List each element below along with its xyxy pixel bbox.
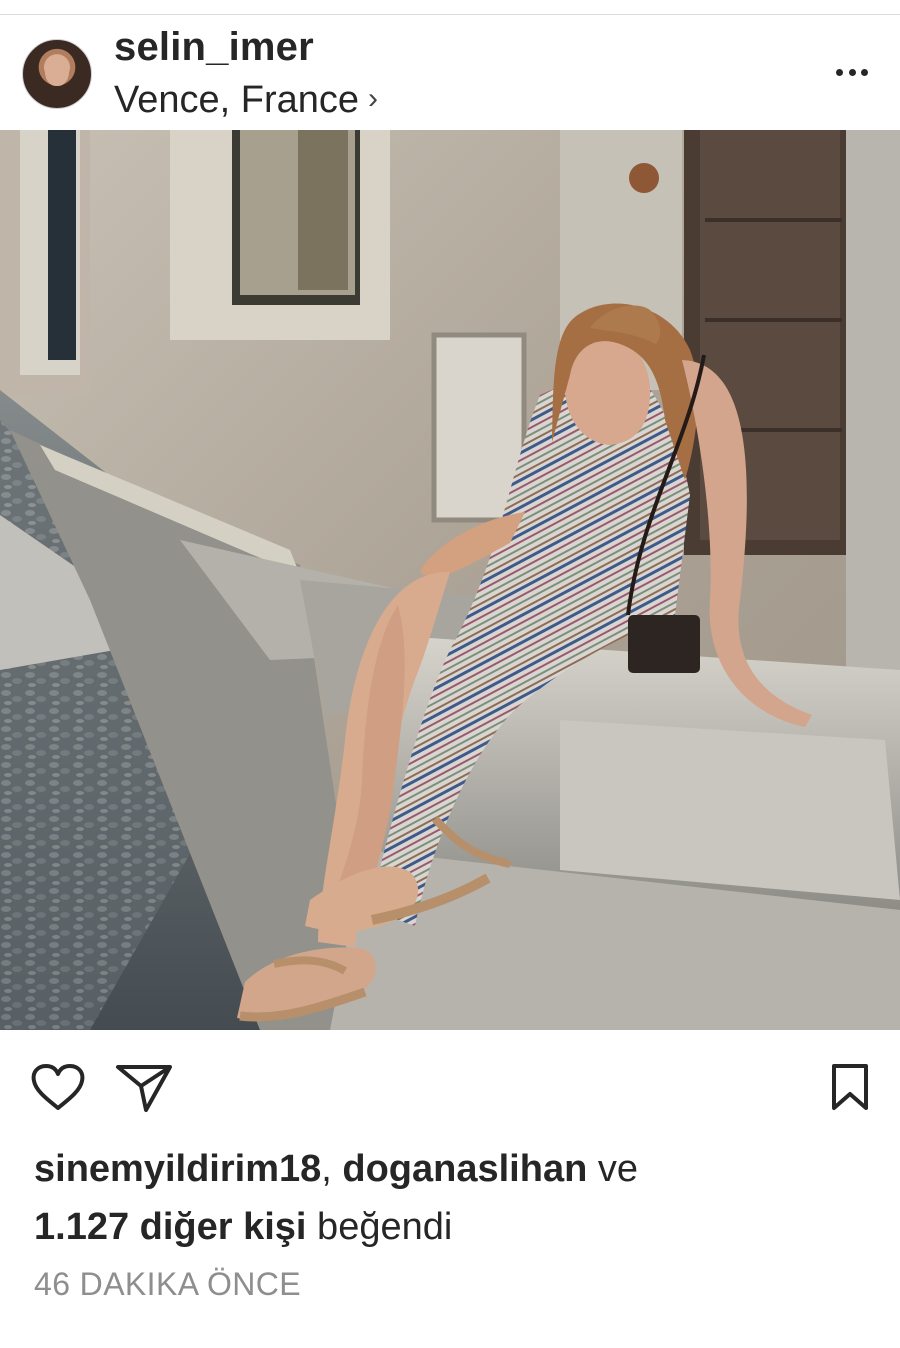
username-link[interactable]: selin_imer: [114, 25, 314, 70]
post-photo[interactable]: [0, 130, 900, 1030]
avatar[interactable]: [22, 39, 92, 109]
liked-by-user-1[interactable]: sinemyildirim18: [34, 1148, 321, 1190]
bookmark-icon[interactable]: [830, 1063, 870, 1111]
other-likes-count[interactable]: 1.127 diğer kişi: [34, 1206, 307, 1248]
liked-by-suffix: beğendi: [306, 1206, 453, 1248]
more-options-button[interactable]: [836, 66, 868, 78]
paper-plane-icon[interactable]: [115, 1063, 173, 1113]
location-link[interactable]: Vence, France ›: [114, 79, 378, 122]
post-timestamp[interactable]: 46 DAKIKA ÖNCE: [34, 1266, 301, 1303]
liked-by-connector: ve: [587, 1148, 638, 1190]
more-dot-icon: [836, 68, 843, 76]
location-label: Vence, France: [114, 79, 360, 121]
liked-by-user-2[interactable]: doganaslihan: [342, 1148, 587, 1190]
more-dot-icon: [848, 68, 856, 76]
heart-icon[interactable]: [31, 1063, 85, 1111]
post-header: selin_imer Vence, France ›: [0, 15, 900, 130]
more-dot-icon: [861, 68, 868, 76]
like-summary: sinemyildirim18, doganaslihan ve 1.127 d…: [34, 1140, 854, 1256]
avatar-face: [45, 55, 69, 86]
photo-illustration: [0, 130, 900, 1030]
post-actions: [0, 1030, 900, 1140]
chevron-right-icon: ›: [368, 81, 379, 115]
liked-by-separator: ,: [321, 1148, 343, 1190]
